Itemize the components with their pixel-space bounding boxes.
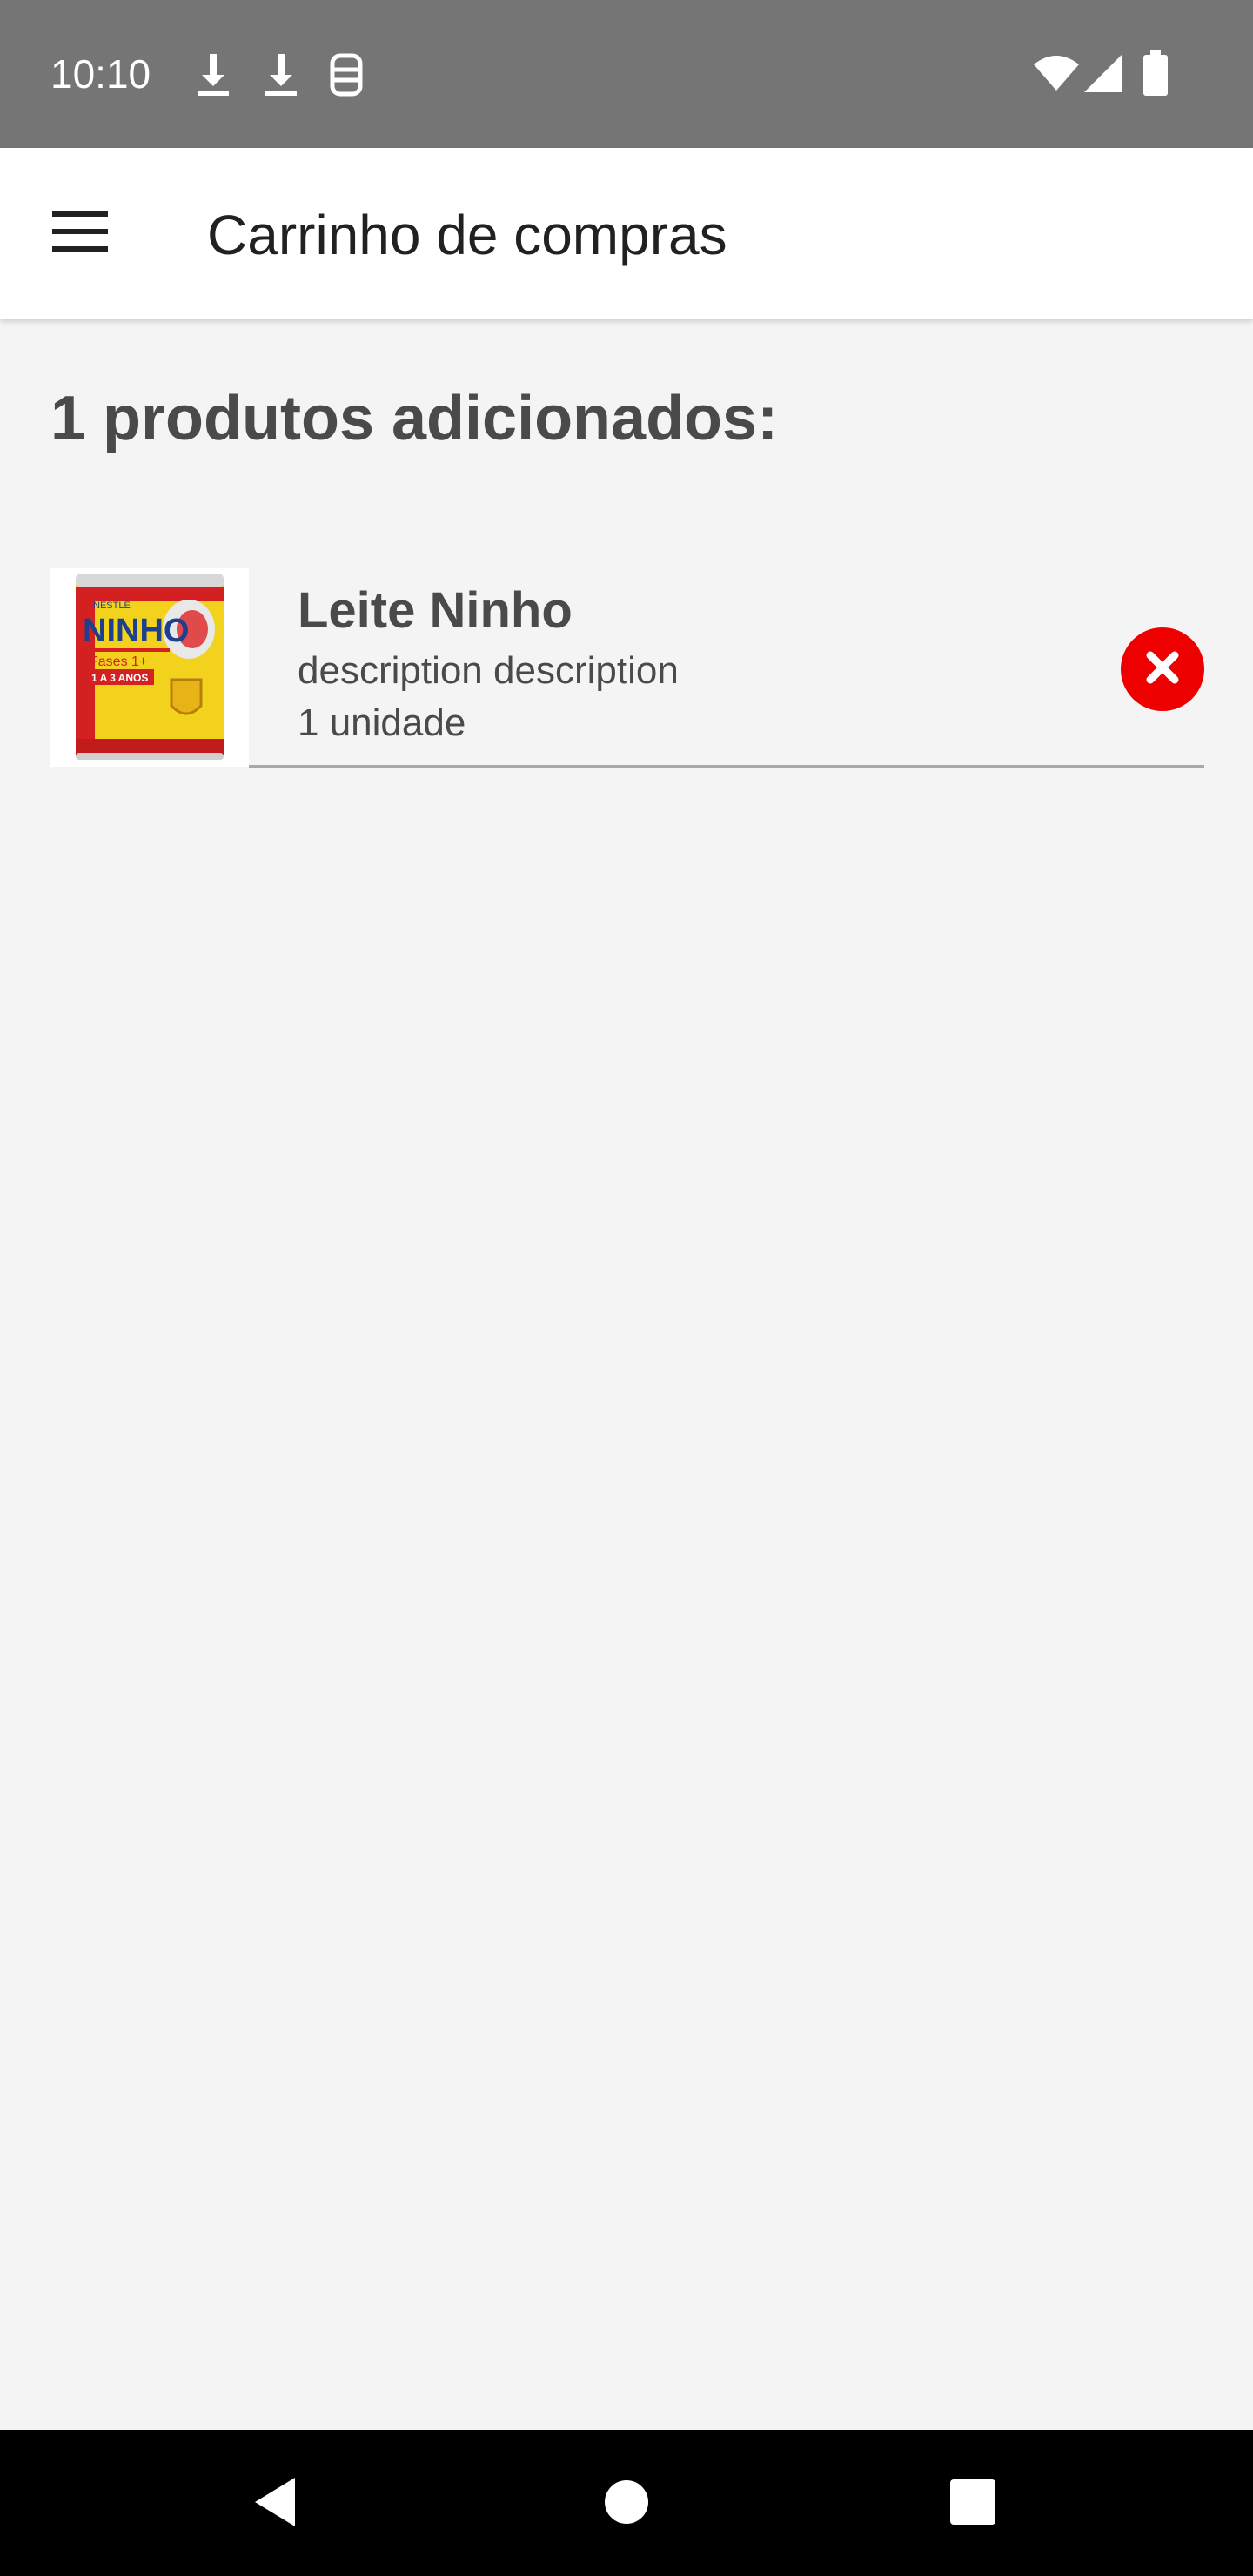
product-brand: NINHO xyxy=(83,613,189,649)
home-button[interactable] xyxy=(579,2456,674,2552)
item-description: description description xyxy=(298,649,679,692)
battery-icon xyxy=(1143,50,1168,100)
product-line: Fases 1+ xyxy=(90,654,147,669)
cart-item[interactable]: NESTLÉ NINHO Fases 1+ 1 A 3 ANOS Leite N… xyxy=(50,568,1204,768)
back-button[interactable] xyxy=(228,2456,324,2552)
signal-icon xyxy=(1084,54,1124,97)
back-icon xyxy=(251,2476,300,2532)
page-title: Carrinho de compras xyxy=(207,204,727,266)
item-info: Leite Ninho description description 1 un… xyxy=(249,568,1204,768)
download-icon xyxy=(263,52,299,102)
hamburger-menu-icon xyxy=(52,211,108,256)
recents-button[interactable] xyxy=(925,2456,1021,2552)
home-icon xyxy=(603,2479,650,2530)
navigation-bar xyxy=(0,2430,1253,2576)
status-bar: 10:10 xyxy=(0,0,1253,148)
wifi-icon xyxy=(1032,54,1081,97)
product-image: NESTLÉ NINHO Fases 1+ 1 A 3 ANOS xyxy=(50,568,249,767)
status-time: 10:10 xyxy=(50,51,151,97)
item-quantity: 1 unidade xyxy=(298,701,466,744)
product-age: 1 A 3 ANOS xyxy=(91,672,148,684)
download-icon xyxy=(195,52,231,102)
remove-item-button[interactable] xyxy=(1121,627,1204,711)
item-name: Leite Ninho xyxy=(298,582,573,639)
app-bar: Carrinho de compras xyxy=(0,148,1253,319)
product-brand-small: NESTLÉ xyxy=(93,600,131,611)
tray-icon xyxy=(329,52,364,102)
close-icon xyxy=(1143,648,1182,691)
recents-icon xyxy=(949,2479,996,2530)
cart-heading: 1 produtos adicionados: xyxy=(50,384,779,453)
menu-button[interactable] xyxy=(35,191,125,275)
